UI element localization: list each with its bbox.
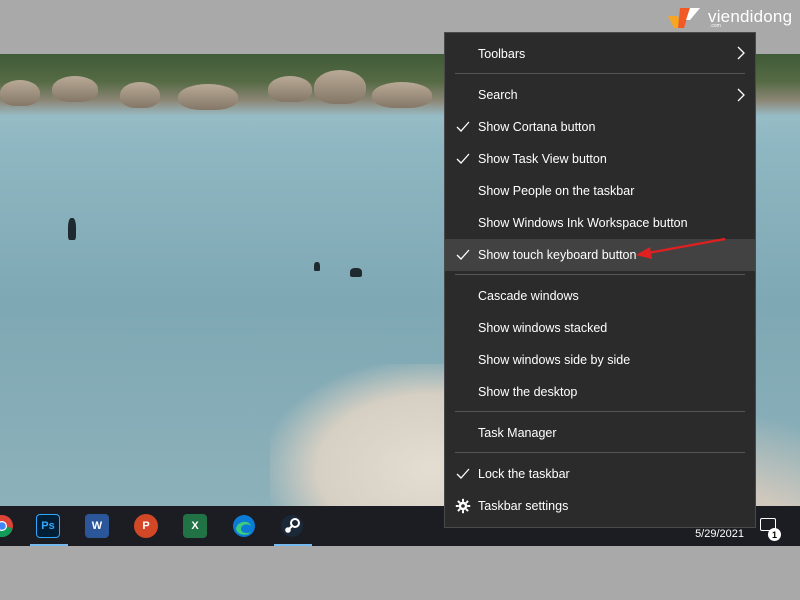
- steam-icon[interactable]: [280, 514, 304, 538]
- menu-item-label: Show touch keyboard button: [478, 248, 637, 262]
- logo-suffix: .com: [710, 23, 721, 29]
- photoshop-icon[interactable]: Ps: [36, 514, 60, 538]
- active-app-indicator: [274, 544, 312, 546]
- beach-sand: [270, 364, 470, 506]
- chevron-right-icon: [737, 88, 745, 102]
- menu-item-label: Lock the taskbar: [478, 467, 570, 481]
- rock: [120, 82, 160, 108]
- edge-icon[interactable]: [232, 514, 256, 538]
- menu-item-taskbar-settings[interactable]: Taskbar settings: [445, 490, 755, 522]
- menu-separator: [455, 274, 745, 275]
- taskbar-context-menu: Toolbars Search Show Cortana button Show…: [444, 32, 756, 528]
- menu-separator: [455, 73, 745, 74]
- word-icon[interactable]: W: [85, 514, 109, 538]
- menu-item-toolbars[interactable]: Toolbars: [445, 37, 755, 69]
- rock: [372, 82, 432, 108]
- menu-item-label: Show windows side by side: [478, 353, 631, 367]
- swimmer: [350, 268, 362, 277]
- rock: [52, 76, 98, 102]
- menu-item-show-touch-keyboard[interactable]: Show touch keyboard button: [445, 239, 755, 271]
- checkmark-icon: [456, 468, 470, 479]
- menu-item-show-the-desktop[interactable]: Show the desktop: [445, 376, 755, 408]
- menu-item-label: Task Manager: [478, 426, 557, 440]
- chrome-icon[interactable]: [0, 514, 14, 538]
- excel-icon[interactable]: X: [183, 514, 207, 538]
- menu-separator: [455, 452, 745, 453]
- viendidong-logo: viendidong .com: [666, 4, 792, 30]
- menu-item-show-cortana-button[interactable]: Show Cortana button: [445, 111, 755, 143]
- action-center-icon[interactable]: 1: [758, 516, 781, 541]
- rock: [268, 76, 312, 102]
- logo-mark-icon: [668, 8, 700, 28]
- rock: [0, 80, 40, 106]
- chevron-right-icon: [737, 46, 745, 60]
- menu-item-label: Taskbar settings: [478, 499, 569, 513]
- menu-item-label: Show the desktop: [478, 385, 578, 399]
- menu-item-search[interactable]: Search: [445, 79, 755, 111]
- rock: [314, 70, 366, 104]
- menu-item-label: Show windows stacked: [478, 321, 608, 335]
- menu-item-label: Show People on the taskbar: [478, 184, 635, 198]
- gear-icon: [455, 498, 471, 514]
- menu-item-label: Show Cortana button: [478, 120, 596, 134]
- notification-badge: 1: [768, 528, 781, 541]
- powerpoint-icon[interactable]: P: [134, 514, 158, 538]
- menu-item-show-task-view-button[interactable]: Show Task View button: [445, 143, 755, 175]
- checkmark-icon: [456, 153, 470, 164]
- menu-separator: [455, 411, 745, 412]
- menu-item-show-people[interactable]: Show People on the taskbar: [445, 175, 755, 207]
- checkmark-icon: [456, 121, 470, 132]
- menu-item-label: Show Task View button: [478, 152, 607, 166]
- menu-item-lock-the-taskbar[interactable]: Lock the taskbar: [445, 458, 755, 490]
- menu-item-cascade-windows[interactable]: Cascade windows: [445, 280, 755, 312]
- active-app-indicator: [30, 544, 68, 546]
- rock: [178, 84, 238, 110]
- menu-item-show-windows-ink[interactable]: Show Windows Ink Workspace button: [445, 207, 755, 239]
- menu-item-label: Search: [478, 88, 518, 102]
- swimmer: [68, 218, 76, 240]
- menu-item-show-windows-stacked[interactable]: Show windows stacked: [445, 312, 755, 344]
- menu-item-show-windows-side-by-side[interactable]: Show windows side by side: [445, 344, 755, 376]
- menu-item-label: Show Windows Ink Workspace button: [478, 216, 688, 230]
- checkmark-icon: [456, 249, 470, 260]
- menu-item-label: Cascade windows: [478, 289, 579, 303]
- swimmer: [314, 262, 320, 271]
- clock-date[interactable]: 5/29/2021: [695, 528, 744, 540]
- menu-item-label: Toolbars: [478, 47, 526, 61]
- menu-item-task-manager[interactable]: Task Manager: [445, 417, 755, 449]
